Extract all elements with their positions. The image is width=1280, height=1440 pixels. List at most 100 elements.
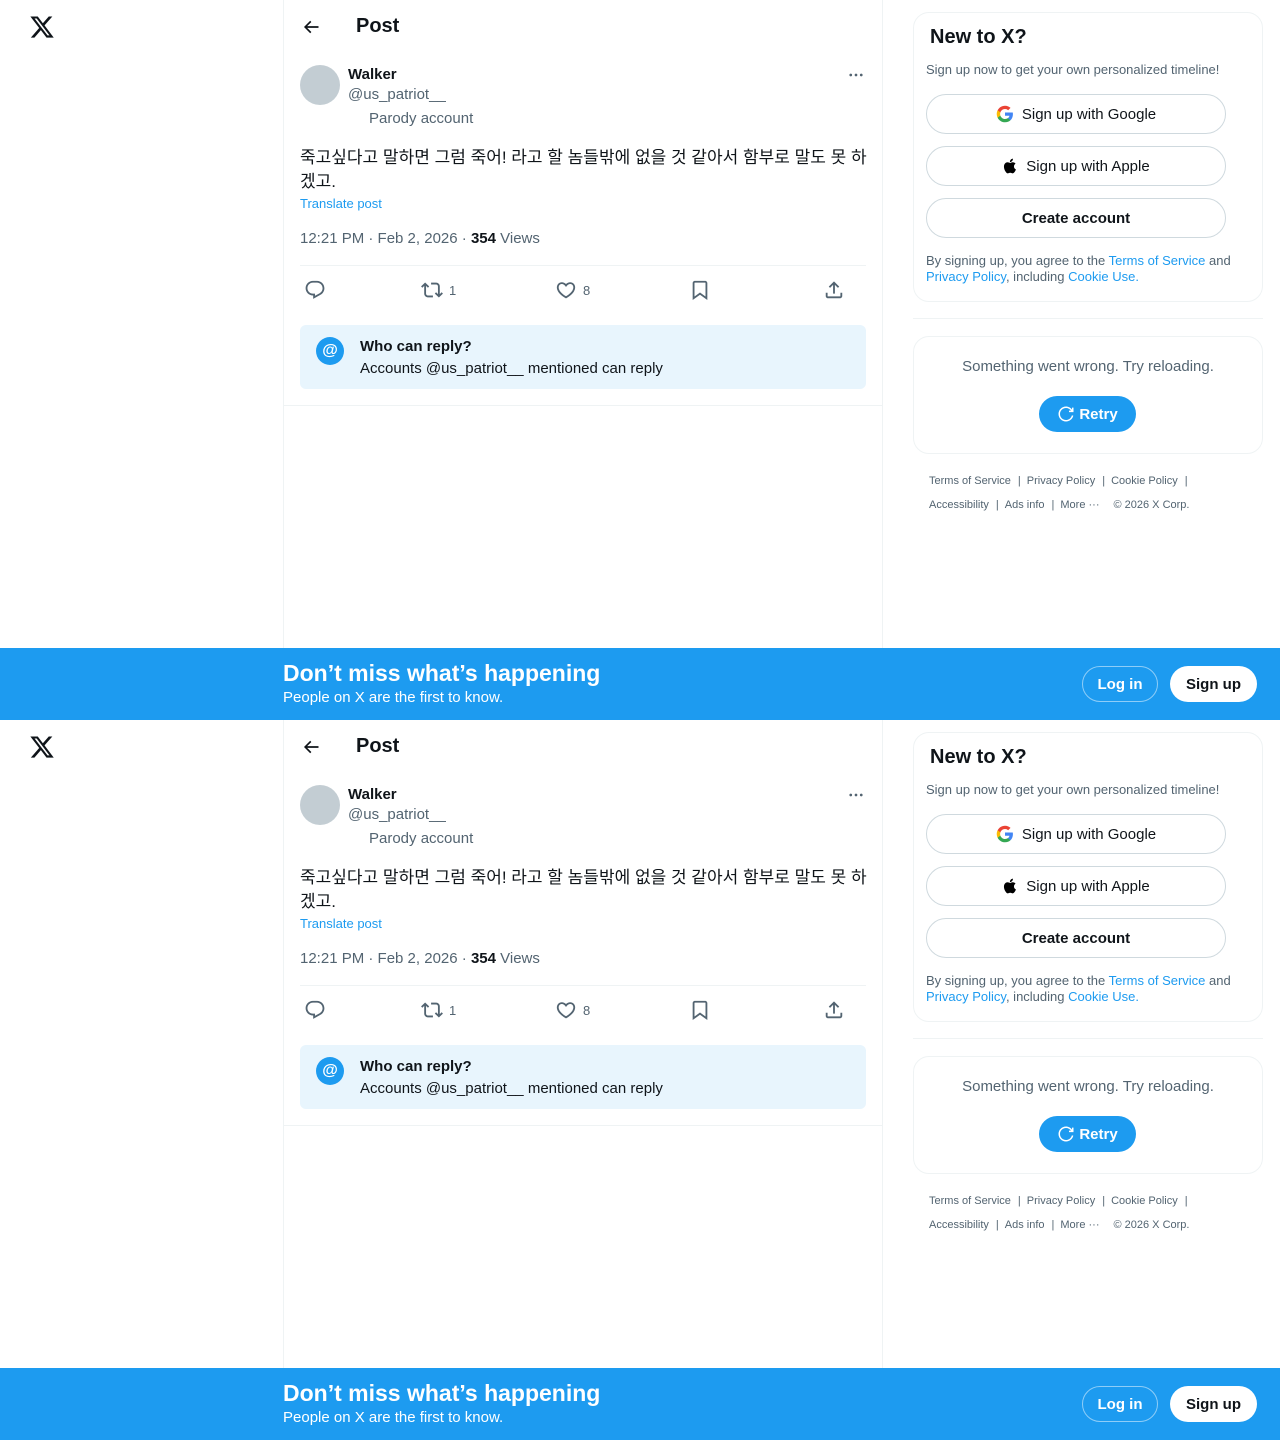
legal-prefix: By signing up, you agree to the: [926, 253, 1109, 268]
repost-button[interactable]: 1: [421, 278, 456, 302]
share-button[interactable]: [823, 998, 845, 1022]
signup-card: New to X? Sign up now to get your own pe…: [913, 12, 1263, 302]
apple-signup-label: Sign up with Apple: [1026, 877, 1150, 895]
more-button[interactable]: [844, 64, 868, 86]
who-can-reply-title: Who can reply?: [360, 1058, 472, 1075]
page-copy-top: Post Walker @us_patriot__ Parody account…: [0, 0, 1280, 720]
divider: [284, 405, 882, 406]
more-icon: [849, 73, 863, 77]
login-button[interactable]: Log in: [1082, 666, 1158, 702]
signup-card: New to X? Sign up now to get your own pe…: [913, 732, 1263, 1022]
footer-ads-link[interactable]: Ads info: [1005, 499, 1045, 511]
signup-subtitle: Sign up now to get your own personalized…: [926, 782, 1220, 797]
back-button[interactable]: [296, 732, 326, 762]
views-label: Views: [495, 230, 540, 247]
footer-privacy-link[interactable]: Privacy Policy: [1027, 475, 1095, 487]
post-header: Post: [284, 720, 884, 773]
x-logo-icon[interactable]: [29, 734, 55, 760]
avatar[interactable]: [300, 785, 340, 825]
signup-button[interactable]: Sign up: [1170, 1386, 1257, 1422]
signup-subtitle: Sign up now to get your own personalized…: [926, 62, 1220, 77]
footer-ads-link[interactable]: Ads info: [1005, 1219, 1045, 1231]
terms-of-service-link[interactable]: Terms of Service: [1109, 253, 1206, 268]
x-logo-icon[interactable]: [29, 14, 55, 40]
banner-title: Don’t miss what’s happening: [283, 1380, 601, 1406]
back-arrow-icon: [303, 740, 319, 754]
footer-more-button[interactable]: More ···: [1060, 1219, 1099, 1231]
footer-cookie-link[interactable]: Cookie Policy: [1111, 1195, 1178, 1207]
reply-button[interactable]: [304, 278, 326, 302]
post-header: Post: [284, 0, 884, 53]
retry-button[interactable]: Retry: [1039, 1116, 1136, 1152]
page-title: Post: [356, 15, 400, 37]
google-signup-button[interactable]: Sign up with Google: [926, 814, 1226, 854]
repost-button[interactable]: 1: [421, 998, 456, 1022]
cookie-use-link[interactable]: Cookie Use: [1068, 269, 1135, 284]
footer-accessibility-link[interactable]: Accessibility: [929, 499, 989, 511]
apple-signup-button[interactable]: Sign up with Apple: [926, 866, 1226, 906]
legal-period: .: [1135, 989, 1139, 1004]
retry-button[interactable]: Retry: [1039, 396, 1136, 432]
avatar[interactable]: [300, 65, 340, 105]
create-account-button[interactable]: Create account: [926, 918, 1226, 958]
divider: [284, 1125, 882, 1126]
apple-signup-label: Sign up with Apple: [1026, 157, 1150, 175]
refresh-icon: [1058, 406, 1074, 422]
signup-title: New to X?: [930, 746, 1027, 768]
footer-terms-link[interactable]: Terms of Service: [929, 1195, 1011, 1207]
who-can-reply-box: @ Who can reply? Accounts @us_patriot__ …: [300, 1045, 866, 1109]
reply-icon: [305, 280, 325, 299]
reply-button[interactable]: [304, 998, 326, 1022]
terms-of-service-link[interactable]: Terms of Service: [1109, 973, 1206, 988]
like-button[interactable]: 8: [555, 278, 590, 302]
main-column: Post Walker @us_patriot__ Parody account…: [283, 0, 883, 720]
footer-copyright: © 2026 X Corp.: [1113, 1219, 1190, 1231]
legal-including: , including: [1005, 989, 1069, 1004]
footer-privacy-link[interactable]: Privacy Policy: [1027, 1195, 1095, 1207]
author-name[interactable]: Walker: [348, 786, 397, 803]
bookmark-button[interactable]: [689, 278, 711, 302]
repost-icon: [421, 282, 443, 298]
repost-icon: [421, 1002, 443, 1018]
repost-count: 1: [449, 282, 457, 298]
privacy-policy-link[interactable]: Privacy Policy: [926, 989, 1006, 1004]
signup-banner: Don’t miss what’s happening People on X …: [0, 648, 1280, 720]
share-button[interactable]: [823, 278, 845, 302]
banner-title: Don’t miss what’s happening: [283, 660, 601, 686]
translate-post-link[interactable]: Translate post: [300, 916, 382, 931]
action-bar: 1 8: [300, 266, 866, 314]
author-handle[interactable]: @us_patriot__: [348, 86, 446, 103]
apple-icon: [1004, 878, 1017, 894]
who-can-reply-box: @ Who can reply? Accounts @us_patriot__ …: [300, 325, 866, 389]
like-button[interactable]: 8: [555, 998, 590, 1022]
footer-terms-link[interactable]: Terms of Service: [929, 475, 1011, 487]
post-meta: 12:21 PM · Feb 2, 2026 · 354 Views: [300, 950, 540, 967]
post-timestamp[interactable]: 12:21 PM · Feb 2, 2026: [300, 950, 458, 967]
page-title: Post: [356, 735, 400, 757]
legal-prefix: By signing up, you agree to the: [926, 973, 1109, 988]
privacy-policy-link[interactable]: Privacy Policy: [926, 269, 1006, 284]
translate-post-link[interactable]: Translate post: [300, 196, 382, 211]
legal-including: , including: [1005, 269, 1069, 284]
banner-subtitle: People on X are the first to know.: [283, 1409, 504, 1426]
footer-accessibility-link[interactable]: Accessibility: [929, 1219, 989, 1231]
footer-cookie-link[interactable]: Cookie Policy: [1111, 475, 1178, 487]
google-signup-label: Sign up with Google: [1021, 105, 1157, 123]
repost-count: 1: [449, 1002, 457, 1018]
sidebar-divider: [913, 318, 1263, 319]
signup-button[interactable]: Sign up: [1170, 666, 1257, 702]
login-button[interactable]: Log in: [1082, 1386, 1158, 1422]
create-account-button[interactable]: Create account: [926, 198, 1226, 238]
apple-signup-button[interactable]: Sign up with Apple: [926, 146, 1226, 186]
cookie-use-link[interactable]: Cookie Use: [1068, 989, 1135, 1004]
author-handle[interactable]: @us_patriot__: [348, 806, 446, 823]
google-signup-button[interactable]: Sign up with Google: [926, 94, 1226, 134]
footer-more-button[interactable]: More ···: [1060, 499, 1099, 511]
post-timestamp[interactable]: 12:21 PM · Feb 2, 2026: [300, 230, 458, 247]
signup-legal-text: By signing up, you agree to the Terms of…: [926, 253, 1256, 285]
more-button[interactable]: [844, 784, 868, 806]
back-button[interactable]: [296, 12, 326, 42]
author-name[interactable]: Walker: [348, 66, 397, 83]
like-count: 8: [583, 282, 591, 298]
bookmark-button[interactable]: [689, 998, 711, 1022]
